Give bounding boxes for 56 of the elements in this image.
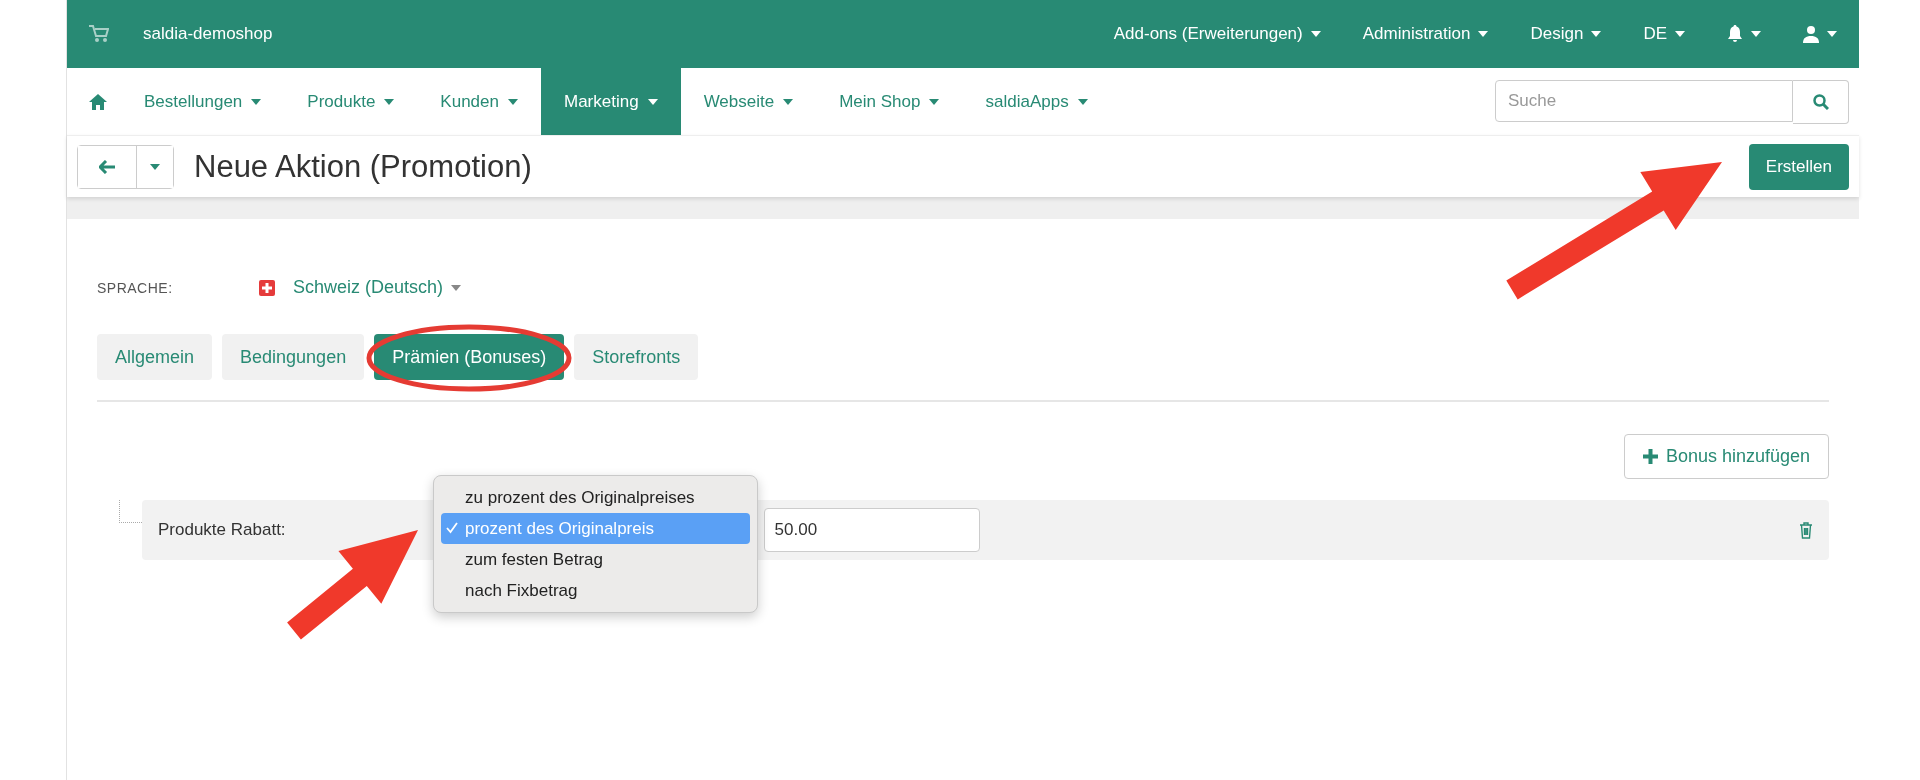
- tab[interactable]: Storefronts: [574, 334, 699, 380]
- trash-icon[interactable]: [1799, 521, 1813, 539]
- search-button[interactable]: [1793, 79, 1849, 124]
- shop-name[interactable]: saldia-demoshop: [143, 24, 273, 44]
- caret-icon: [1751, 31, 1761, 37]
- caret-icon: [508, 98, 518, 105]
- swiss-flag-icon: [259, 279, 275, 296]
- plus-icon: [1642, 449, 1658, 464]
- nav-menu-item[interactable]: Marketing: [541, 68, 681, 135]
- tab[interactable]: Prämien (Bonuses): [374, 334, 565, 380]
- nav-menu-item[interactable]: Produkte: [284, 68, 418, 135]
- caret-icon: [251, 98, 262, 105]
- dropdown-option[interactable]: zum festen Betrag: [441, 544, 750, 575]
- caret-icon: [783, 98, 794, 105]
- dropdown-option[interactable]: nach Fixbetrag: [441, 575, 750, 606]
- tab[interactable]: Bedingungen: [222, 334, 365, 380]
- bonus-label: Produkte Rabatt:: [158, 520, 286, 540]
- top-menu-item[interactable]: Design: [1530, 24, 1602, 44]
- dropdown-option[interactable]: prozent des Originalpreis: [441, 513, 750, 544]
- add-bonus-button[interactable]: Bonus hinzufügen: [1623, 434, 1829, 479]
- caret-icon: [1310, 31, 1321, 37]
- caret-icon: [1675, 31, 1685, 37]
- top-menu-item[interactable]: Administration: [1362, 24, 1489, 44]
- caret-icon: [451, 284, 462, 291]
- notifications-menu[interactable]: [1727, 25, 1761, 43]
- nav-menu-item[interactable]: Webseite: [680, 68, 817, 135]
- bell-icon: [1727, 25, 1743, 43]
- tab[interactable]: Allgemein: [97, 334, 213, 380]
- nav-menu-item[interactable]: saldiaApps: [962, 68, 1111, 135]
- caret-icon: [150, 163, 160, 170]
- language-label: SPRACHE:: [97, 279, 174, 296]
- caret-icon: [647, 98, 658, 105]
- home-icon: [89, 93, 107, 110]
- user-icon: [1803, 25, 1819, 43]
- value-field[interactable]: 50.00: [763, 508, 980, 552]
- top-menu-item[interactable]: Add-ons (Erweiterungen): [1113, 24, 1321, 44]
- caret-icon: [384, 98, 395, 105]
- caret-icon: [1827, 31, 1837, 37]
- caret-icon: [1077, 98, 1088, 105]
- back-arrow-icon: [99, 159, 115, 174]
- cart-icon[interactable]: [89, 25, 109, 43]
- user-menu[interactable]: [1803, 25, 1837, 43]
- search-icon: [1812, 93, 1829, 110]
- checkmark-icon: [446, 522, 458, 534]
- nav-menu-item[interactable]: Bestellungen: [121, 68, 285, 135]
- top-menu-item[interactable]: DE: [1643, 24, 1685, 44]
- caret-icon: [1591, 31, 1602, 37]
- caret-icon: [929, 98, 940, 105]
- search-field[interactable]: Suche: [1495, 79, 1793, 122]
- nav-menu-item[interactable]: Kunden: [417, 68, 541, 135]
- language-selector[interactable]: Schweiz (Deutsch): [293, 277, 462, 298]
- dropdown-option[interactable]: zu prozent des Originalpreises: [441, 482, 750, 513]
- create-button[interactable]: Erstellen: [1748, 143, 1849, 190]
- page-title: Neue Aktion (Promotion): [194, 148, 532, 185]
- nav-menu-item[interactable]: Mein Shop: [816, 68, 963, 135]
- caret-icon: [1478, 31, 1489, 37]
